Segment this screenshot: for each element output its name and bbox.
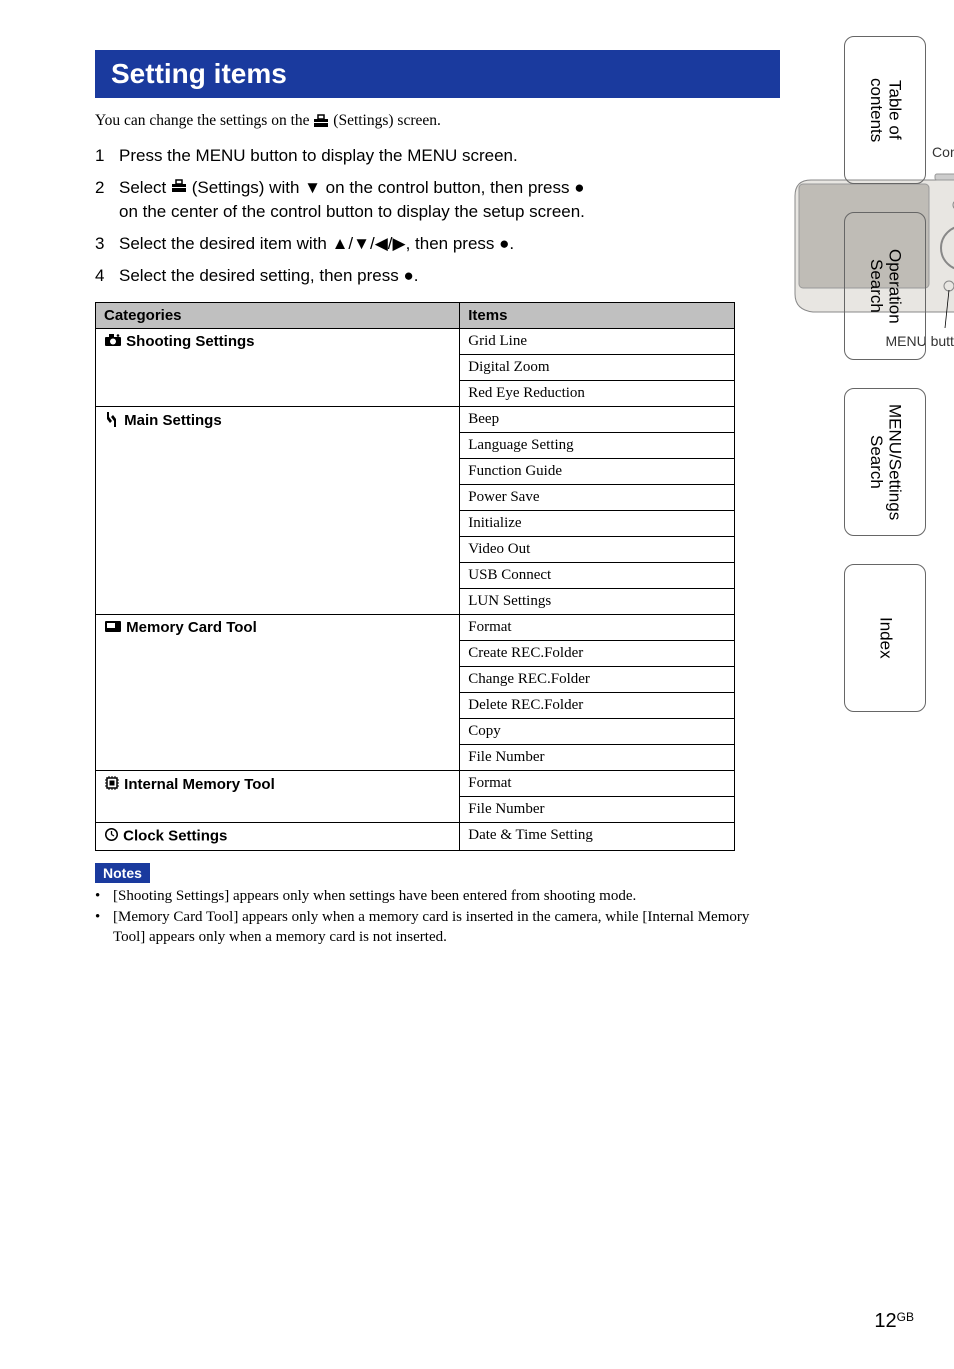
side-tab[interactable]: MENU/SettingsSearch xyxy=(844,388,926,536)
category-label: Clock Settings xyxy=(123,827,227,844)
side-tabs: Table ofcontents OperationSearch MENU/Sett… xyxy=(844,36,926,740)
item-cell: Digital Zoom xyxy=(460,354,735,380)
page-number-suffix: GB xyxy=(897,1310,914,1324)
note-item: •[Memory Card Tool] appears only when a … xyxy=(95,908,780,947)
col-categories: Categories xyxy=(96,302,460,328)
item-cell: Delete REC.Folder xyxy=(460,692,735,718)
side-tab[interactable]: Index xyxy=(844,564,926,712)
category-label: Memory Card Tool xyxy=(126,619,257,636)
item-cell: Beep xyxy=(460,406,735,432)
category-label: Shooting Settings xyxy=(126,333,254,350)
category-cell: Internal Memory Tool xyxy=(96,770,460,822)
item-cell: Copy xyxy=(460,718,735,744)
item-cell: USB Connect xyxy=(460,562,735,588)
chip-icon xyxy=(104,775,120,795)
item-cell: Red Eye Reduction xyxy=(460,380,735,406)
col-items: Items xyxy=(460,302,735,328)
notes-badge: Notes xyxy=(95,863,150,883)
table-row: Clock Settings Date & Time Setting xyxy=(96,822,735,850)
table-row: Shooting Settings Grid Line xyxy=(96,328,735,354)
page-number: 12GB xyxy=(874,1310,914,1333)
category-cell: Main Settings xyxy=(96,406,460,614)
bullet: • xyxy=(95,908,113,947)
item-cell: Initialize xyxy=(460,510,735,536)
toolbox-icon xyxy=(313,114,329,128)
steps-list: 1Press the MENU button to display the ME… xyxy=(95,144,585,288)
item-cell: Date & Time Setting xyxy=(460,822,735,850)
page-number-value: 12 xyxy=(874,1310,896,1332)
side-tab[interactable]: OperationSearch xyxy=(844,212,926,360)
side-tab-label: OperationSearch xyxy=(866,249,903,324)
table-row: Internal Memory Tool Format xyxy=(96,770,735,796)
intro-text: You can change the settings on the (Sett… xyxy=(95,112,780,130)
item-cell: Video Out xyxy=(460,536,735,562)
side-tab-label: Table ofcontents xyxy=(866,78,903,142)
item-cell: Function Guide xyxy=(460,458,735,484)
step-text: Select (Settings) with ▼ on the control … xyxy=(119,176,585,224)
intro-before: You can change the settings on the xyxy=(95,112,313,129)
card-icon xyxy=(104,619,122,637)
table-row: Main Settings Beep xyxy=(96,406,735,432)
category-label: Internal Memory Tool xyxy=(124,776,275,793)
item-cell: Format xyxy=(460,614,735,640)
clock-icon xyxy=(104,827,119,846)
table-row: Memory Card Tool Format xyxy=(96,614,735,640)
item-cell: Grid Line xyxy=(460,328,735,354)
wrench-icon xyxy=(104,411,120,431)
note-text: [Shooting Settings] appears only when se… xyxy=(113,887,636,907)
toolbox-icon xyxy=(171,176,187,200)
item-cell: LUN Settings xyxy=(460,588,735,614)
item-cell: Create REC.Folder xyxy=(460,640,735,666)
notes-list: •[Shooting Settings] appears only when s… xyxy=(95,887,780,948)
category-cell: Shooting Settings xyxy=(96,328,460,406)
item-cell: Format xyxy=(460,770,735,796)
category-cell: Clock Settings xyxy=(96,822,460,850)
categories-table: Categories Items Shooting Settings Grid L… xyxy=(95,302,735,851)
side-tab-label: MENU/SettingsSearch xyxy=(866,404,903,520)
step-text: Select the desired setting, then press ●… xyxy=(119,264,585,288)
step-number: 4 xyxy=(95,264,119,288)
item-cell: Language Setting xyxy=(460,432,735,458)
camera-icon xyxy=(104,333,122,351)
step-number: 1 xyxy=(95,144,119,168)
step: 2Select (Settings) with ▼ on the control… xyxy=(95,176,585,224)
note-item: •[Shooting Settings] appears only when s… xyxy=(95,887,780,907)
step-number: 2 xyxy=(95,176,119,224)
step: 1Press the MENU button to display the ME… xyxy=(95,144,585,168)
intro-after: (Settings) screen. xyxy=(329,112,440,129)
step: 4Select the desired setting, then press … xyxy=(95,264,585,288)
note-text: [Memory Card Tool] appears only when a m… xyxy=(113,908,780,947)
side-tab-label: Index xyxy=(876,617,895,659)
item-cell: Power Save xyxy=(460,484,735,510)
item-cell: File Number xyxy=(460,796,735,822)
step: 3Select the desired item with ▲/▼/◀/▶, t… xyxy=(95,232,585,256)
step-number: 3 xyxy=(95,232,119,256)
item-cell: Change REC.Folder xyxy=(460,666,735,692)
bullet: • xyxy=(95,887,113,907)
category-cell: Memory Card Tool xyxy=(96,614,460,770)
page-title: Setting items xyxy=(95,50,780,98)
step-text: Press the MENU button to display the MEN… xyxy=(119,144,585,168)
side-tab[interactable]: Table ofcontents xyxy=(844,36,926,184)
step-text: Select the desired item with ▲/▼/◀/▶, th… xyxy=(119,232,585,256)
item-cell: File Number xyxy=(460,744,735,770)
category-label: Main Settings xyxy=(124,412,222,429)
